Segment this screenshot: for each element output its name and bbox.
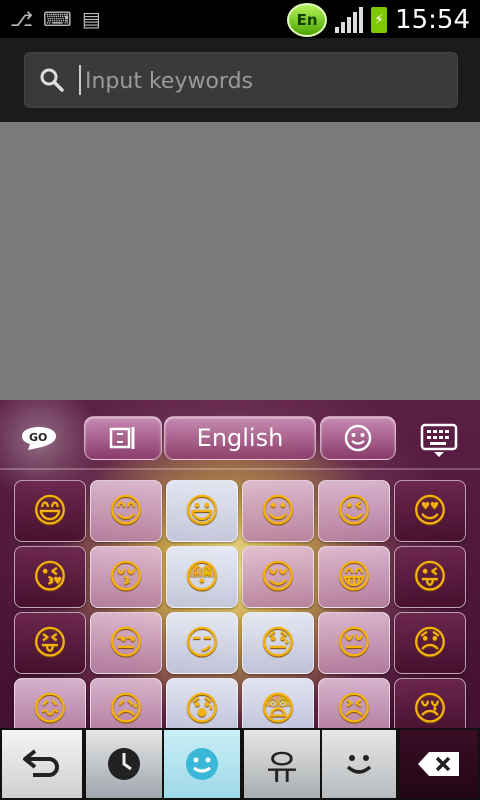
emoji-face-icon	[186, 748, 218, 780]
emoji-glyph: 😖	[32, 689, 68, 728]
emoji-key[interactable]: 😘	[14, 546, 86, 608]
emoji-glyph: 😍	[412, 491, 448, 531]
emoji-key[interactable]: 😳	[166, 546, 238, 608]
go-logo-button[interactable]: GO	[18, 418, 60, 454]
status-left-icons: ⎇ ⌨ ▤	[10, 6, 101, 32]
smiley-icon	[344, 424, 372, 452]
keyboard-icon: ⌨	[43, 7, 72, 31]
emoji-key[interactable]: 😞	[394, 612, 466, 674]
search-icon	[40, 68, 64, 92]
usb-icon: ⎇	[10, 7, 34, 31]
emoji-key[interactable]: 😄	[14, 480, 86, 542]
emoji-glyph: 😣	[336, 689, 372, 728]
keyboard-toolbar: GO English	[0, 400, 480, 468]
emoji-key[interactable]: 😣	[318, 678, 390, 728]
tab-korean-emoticon[interactable]: 유	[244, 730, 320, 798]
emoji-key[interactable]: 😃	[166, 480, 238, 542]
emoji-key[interactable]: 😚	[90, 546, 162, 608]
battery-icon: ⚡	[371, 7, 388, 33]
search-bar	[0, 38, 480, 122]
emoji-key[interactable]: ☺	[242, 480, 314, 542]
emoji-key[interactable]: 😔	[318, 612, 390, 674]
back-icon	[23, 749, 59, 777]
go-logo-text: GO	[29, 431, 47, 444]
backspace-icon	[418, 752, 459, 776]
emoji-key[interactable]: 😍	[394, 480, 466, 542]
emoji-key[interactable]: 😁	[318, 546, 390, 608]
language-badge: En	[287, 3, 328, 37]
emoji-glyph: 😒	[108, 623, 144, 663]
emoji-glyph: 😁	[336, 557, 372, 597]
emoji-mode-button[interactable]	[320, 416, 396, 460]
emoji-glyph: 😞	[412, 623, 448, 663]
signal-icon	[335, 7, 364, 33]
status-right-icons: En ⚡ 15:54	[287, 3, 470, 37]
emoji-glyph: 😜	[412, 557, 448, 597]
emoji-key[interactable]: 😌	[242, 546, 314, 608]
emoji-key[interactable]: 😉	[318, 480, 390, 542]
emoji-key[interactable]: 😒	[90, 612, 162, 674]
emoji-key[interactable]: 😜	[394, 546, 466, 608]
layout-icon	[109, 427, 135, 449]
emoji-glyph: 😚	[108, 557, 144, 597]
emoji-key[interactable]: 😖	[14, 678, 86, 728]
clock-icon	[108, 748, 140, 780]
emoji-key[interactable]: 😏	[166, 612, 238, 674]
emoji-keyboard: GO English 😄 😊 😃 ☺ 😉 😍 😘 😚 😳 😌 😁 😜 😝 😒 😏…	[0, 400, 480, 800]
layout-switch-button[interactable]	[84, 416, 162, 460]
emoji-key[interactable]: 😊	[90, 480, 162, 542]
emoji-glyph: 😊	[108, 491, 144, 531]
emoji-glyph: 😌	[260, 557, 296, 597]
emoji-glyph: 😄	[32, 491, 68, 531]
tab-emoji[interactable]	[164, 730, 240, 798]
sim-icon: ▤	[81, 7, 101, 31]
smiley-face-icon	[346, 755, 372, 774]
emoji-category-bar: 유	[0, 728, 480, 800]
back-button[interactable]	[2, 730, 82, 798]
emoji-glyph: 😳	[184, 557, 220, 597]
emoji-glyph: 😰	[184, 689, 220, 728]
emoji-glyph: 😉	[336, 491, 372, 531]
emoji-glyph: ☺	[260, 491, 296, 531]
delete-button[interactable]	[400, 730, 478, 798]
search-input[interactable]	[83, 61, 447, 101]
emoji-key[interactable]: 😢	[394, 678, 466, 728]
emoji-key[interactable]: 😓	[242, 612, 314, 674]
emoji-grid: 😄 😊 😃 ☺ 😉 😍 😘 😚 😳 😌 😁 😜 😝 😒 😏 😓 😔 😞 😖 😥 😰 😨 😣 😢	[10, 478, 470, 728]
korean-emoticon-glyph: 유	[266, 747, 298, 788]
emoji-key[interactable]: 😥	[90, 678, 162, 728]
tab-smiley[interactable]	[322, 730, 396, 798]
emoji-glyph: 😝	[32, 623, 68, 663]
emoji-glyph: 😥	[108, 689, 144, 728]
emoji-key[interactable]: 😰	[166, 678, 238, 728]
emoji-glyph: 😃	[184, 491, 220, 531]
toolbar-divider	[0, 468, 480, 470]
emoji-glyph: 😓	[260, 623, 296, 663]
emoji-key[interactable]: 😨	[242, 678, 314, 728]
emoji-glyph: 😘	[32, 557, 68, 597]
emoji-glyph: 😨	[260, 689, 296, 728]
clock: 15:54	[395, 5, 470, 35]
keyboard-hide-icon[interactable]	[418, 422, 462, 458]
content-area	[0, 122, 480, 400]
emoji-glyph: 😏	[184, 623, 220, 663]
search-box[interactable]	[24, 52, 458, 108]
language-button[interactable]: English	[164, 416, 316, 460]
tab-recent[interactable]	[86, 730, 162, 798]
text-caret	[79, 65, 81, 95]
status-bar: ⎇ ⌨ ▤ En ⚡ 15:54	[0, 0, 480, 38]
emoji-key[interactable]: 😝	[14, 612, 86, 674]
emoji-glyph: 😔	[336, 623, 372, 663]
emoji-glyph: 😢	[412, 689, 448, 728]
